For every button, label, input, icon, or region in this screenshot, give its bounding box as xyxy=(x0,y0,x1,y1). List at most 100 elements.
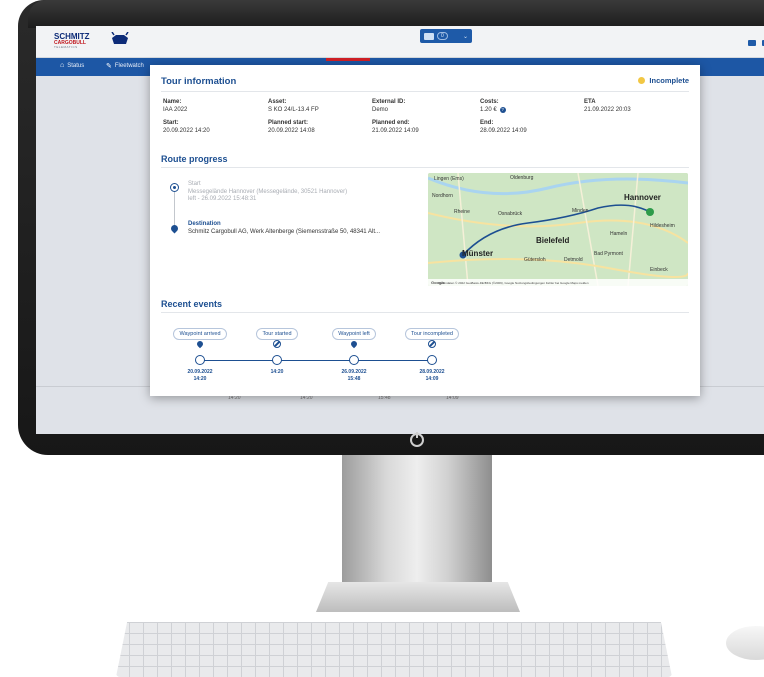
event-chip[interactable]: Waypoint arrived xyxy=(173,328,227,340)
route-start-label: Start xyxy=(188,181,201,187)
map-label: Nordhorn xyxy=(432,193,453,199)
bull-logo-icon xyxy=(111,32,129,44)
logo-line-3: TELEMATICS xyxy=(54,45,78,49)
field-label: End: xyxy=(480,120,494,126)
event-time: 14:09 xyxy=(425,375,439,382)
status-label: Incomplete xyxy=(649,76,689,85)
event-node[interactable] xyxy=(427,355,437,365)
map-label: Bad Pyrmont xyxy=(594,251,623,257)
map-attribution[interactable]: Kartendaten © 2022 GeoBasis-DE/BKG (©200… xyxy=(428,279,688,286)
field-label: Planned start: xyxy=(268,120,309,126)
field-label: External ID: xyxy=(372,99,406,105)
field-label: Name: xyxy=(163,99,182,105)
event-item: Tour incompleted 28.09.2022 14:09 xyxy=(400,322,464,382)
route-destination: Destination Schmitz Cargobull AG, Werk A… xyxy=(188,221,380,236)
field-value: 21.09.2022 20:03 xyxy=(584,106,631,113)
route-map[interactable]: Lingen (Ems) Oldenburg Nordhorn Rheine O… xyxy=(428,173,688,286)
map-city-label: Hannover xyxy=(624,193,661,202)
event-datetime: 26.09.2022 15:48 xyxy=(322,369,386,382)
field-costs: Costs: 1.20 €? xyxy=(480,99,506,114)
event-datetime: 20.09.2022 14:20 xyxy=(168,369,232,382)
event-datetime: 28.09.2022 14:09 xyxy=(400,369,464,382)
header-dropdown-button[interactable]: 0 ⌄ xyxy=(420,29,472,43)
route-destination-label: Destination xyxy=(188,221,221,227)
monitor-top-bezel xyxy=(28,0,764,28)
event-item: Tour started 14:20 xyxy=(245,322,309,375)
map-label: Oldenburg xyxy=(510,175,534,181)
map-label: Detmold xyxy=(564,257,583,263)
home-icon: ⌂ xyxy=(60,62,65,69)
nav-fleetwatch-label: Fleetwatch xyxy=(114,63,144,69)
map-provider-logo: Google xyxy=(431,280,445,285)
field-name: Name: IAA 2022 xyxy=(163,99,187,114)
field-label: ETA xyxy=(584,99,596,105)
pin-icon xyxy=(195,339,205,349)
power-icon[interactable] xyxy=(410,432,424,447)
map-label: Rheine xyxy=(454,209,470,215)
field-end: End: 28.09.2022 14:09 xyxy=(480,120,527,135)
map-label: Osnabrück xyxy=(498,211,523,217)
mail-icon[interactable] xyxy=(748,40,756,46)
mouse xyxy=(726,626,764,660)
field-value: 20.09.2022 14:20 xyxy=(163,127,210,134)
route-destination-address: Schmitz Cargobull AG, Werk Altenberge (S… xyxy=(188,228,380,235)
status-badge: Incomplete xyxy=(638,76,689,85)
map-label: Hameln xyxy=(610,231,628,237)
field-value: 20.09.2022 14:08 xyxy=(268,127,315,134)
event-node[interactable] xyxy=(195,355,205,365)
field-planned-start: Planned start: 20.09.2022 14:08 xyxy=(268,120,315,135)
field-value: 1.20 € xyxy=(480,106,497,113)
event-time: 14:20 xyxy=(193,375,207,382)
route-start-left: left - 26.09.2022 15:48:31 xyxy=(188,196,257,202)
divider xyxy=(161,312,689,313)
nav-status[interactable]: ⌂ Status xyxy=(60,62,84,69)
ban-icon xyxy=(273,340,281,348)
monitor-stand xyxy=(342,455,492,583)
event-time: 14:20 xyxy=(270,369,284,375)
event-chip[interactable]: Waypoint left xyxy=(332,328,376,340)
field-asset: Asset: S KO 24/L-13.4 FP xyxy=(268,99,319,114)
dialog-title: Tour information xyxy=(161,76,237,87)
field-value: 21.09.2022 14:09 xyxy=(372,127,419,134)
status-dot-icon xyxy=(638,77,646,84)
field-start: Start: 20.09.2022 14:20 xyxy=(163,120,210,135)
ban-icon xyxy=(428,340,436,348)
tour-information-dialog: Tour information Incomplete Name: IAA 20… xyxy=(150,65,700,396)
event-chip[interactable]: Tour incompleted xyxy=(405,328,459,340)
edit-icon: ✎ xyxy=(106,63,112,70)
field-external-id: External ID: Demo xyxy=(372,99,405,114)
nav-active-indicator xyxy=(326,58,370,61)
route-start-address: Messegelände Hannover (Messegelände, 305… xyxy=(188,188,348,195)
schmitz-cargobull-logo[interactable]: SCHMITZ CARGOBULL TELEMATICS xyxy=(54,32,129,49)
event-datetime: 14:20 xyxy=(245,369,309,376)
route-start: Start Messegelände Hannover (Messegeländ… xyxy=(188,181,347,204)
map-label: Gütersloh xyxy=(524,257,546,263)
route-connector xyxy=(174,192,175,228)
event-chip[interactable]: Tour started xyxy=(256,328,298,340)
field-planned-end: Planned end: 21.09.2022 14:09 xyxy=(372,120,419,135)
nav-fleetwatch[interactable]: ✎ Fleetwatch xyxy=(106,62,144,70)
field-label: Costs: xyxy=(480,99,499,105)
keyboard xyxy=(116,622,672,677)
field-eta: ETA 21.09.2022 20:03 xyxy=(584,99,631,114)
header-icons xyxy=(748,40,764,46)
nav-status-label: Status xyxy=(67,62,85,69)
map-graphics xyxy=(428,173,688,286)
map-label: Lingen (Ems) xyxy=(434,176,464,182)
field-label: Planned end: xyxy=(372,120,410,126)
field-label: Start: xyxy=(163,120,179,126)
pin-icon xyxy=(349,339,359,349)
field-label: Asset: xyxy=(268,99,287,105)
divider xyxy=(161,91,689,92)
divider xyxy=(161,167,689,168)
map-city-label: Bielefeld xyxy=(536,236,570,245)
app-header: SCHMITZ CARGOBULL TELEMATICS 0 ⌄ xyxy=(36,26,764,58)
field-value: IAA 2022 xyxy=(163,106,188,113)
event-node[interactable] xyxy=(349,355,359,365)
map-city-label: Münster xyxy=(462,249,494,258)
monitor-stand-foot xyxy=(316,582,520,612)
help-icon[interactable]: ? xyxy=(499,106,506,113)
events-timeline-line xyxy=(199,360,431,361)
event-node[interactable] xyxy=(272,355,282,365)
message-icon xyxy=(424,32,434,40)
